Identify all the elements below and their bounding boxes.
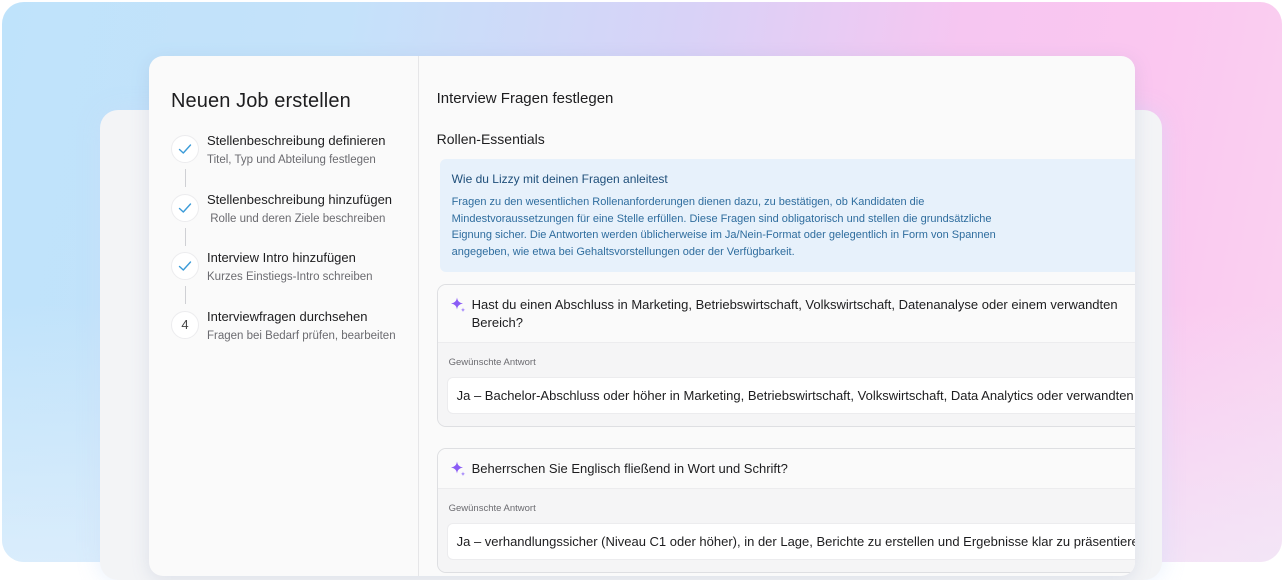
step-define-description[interactable]: Stellenbeschreibung definieren Titel, Ty… <box>171 133 396 194</box>
question-text: Beherrschen Sie Englisch fließend in Wor… <box>471 461 788 476</box>
step-add-intro[interactable]: Interview Intro hinzufügen Kurzes Einsti… <box>171 250 396 311</box>
step-title: Stellenbeschreibung definieren <box>207 133 386 148</box>
step-add-description[interactable]: Stellenbeschreibung hinzufügen Rolle und… <box>171 191 396 253</box>
question-card: Hast du einen Abschluss in Marketing, Be… <box>436 284 1135 427</box>
sidebar-title: Neuen Job erstellen <box>171 90 351 112</box>
answer-section: Gewünschte Antwort Ja – verhandlungssich… <box>437 489 1135 572</box>
check-icon <box>171 135 199 163</box>
question-card: Beherrschen Sie Englisch fließend in Wor… <box>436 448 1135 573</box>
step-title: Interview Intro hinzufügen <box>207 250 356 265</box>
step-connector <box>185 227 186 246</box>
info-text: Fragen zu den wesentlichen Rollenanforde… <box>451 196 996 258</box>
section-title: Rollen-Essentials <box>436 131 545 147</box>
step-subtitle: Rolle und deren Ziele beschreiben <box>207 212 386 225</box>
step-subtitle: Kurzes Einstiegs-Intro schreiben <box>207 271 373 283</box>
sparkle-icon <box>450 461 465 477</box>
create-job-dialog: Neuen Job erstellen Stellenbeschreibung … <box>149 56 1135 576</box>
answer-section: Gewünschte Antwort Ja – Bachelor-Abschlu… <box>437 343 1135 426</box>
sparkle-icon <box>450 297 465 313</box>
step-connector <box>185 169 186 187</box>
wizard-sidebar: Neuen Job erstellen Stellenbeschreibung … <box>149 56 419 576</box>
step-title: Stellenbeschreibung hinzufügen <box>207 191 393 207</box>
step-subtitle: Titel, Typ und Abteilung festlegen <box>207 154 376 166</box>
page-title: Interview Fragen festlegen <box>436 90 614 107</box>
step-number: 4 <box>171 310 199 339</box>
step-review-questions[interactable]: 4 Interviewfragen durchsehen Fragen bei … <box>171 308 396 370</box>
question-text: Hast du einen Abschluss in Marketing, Be… <box>471 297 1118 330</box>
answer-field[interactable]: Ja – Bachelor-Abschluss oder höher in Ma… <box>446 377 1135 414</box>
step-connector <box>185 286 186 304</box>
check-icon <box>171 193 199 222</box>
info-title: Wie du Lizzy mit deinen Fragen anleitest <box>451 172 668 186</box>
answer-label: Gewünschte Antwort <box>448 357 536 368</box>
question-header: Beherrschen Sie Englisch fließend in Wor… <box>437 449 1135 489</box>
answer-label: Gewünschte Antwort <box>448 503 536 514</box>
step-subtitle: Fragen bei Bedarf prüfen, bearbeiten <box>207 329 396 342</box>
step-title: Interviewfragen durchsehen <box>207 308 368 324</box>
info-box: Wie du Lizzy mit deinen Fragen anleitest… <box>439 159 1135 272</box>
answer-field[interactable]: Ja – verhandlungssicher (Niveau C1 oder … <box>446 523 1135 560</box>
main-content: Interview Fragen festlegen Rollen-Essent… <box>419 56 1135 576</box>
question-header: Hast du einen Abschluss in Marketing, Be… <box>437 285 1135 343</box>
check-icon <box>171 252 199 280</box>
